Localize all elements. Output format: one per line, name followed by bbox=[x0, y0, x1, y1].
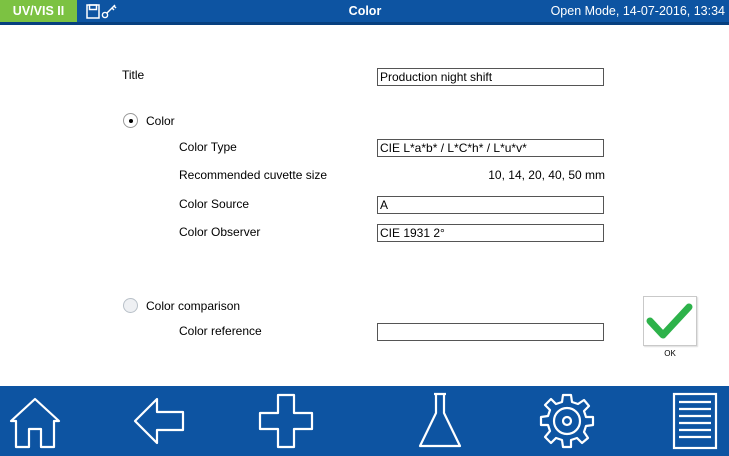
radio-selected-dot bbox=[129, 119, 133, 123]
color-settings-screen: UV/VIS II Color Open Mode, 14-07-2016, 1… bbox=[0, 0, 729, 456]
mode-date-status: Open Mode, 14-07-2016, 13:34 bbox=[550, 4, 725, 18]
color-reference-field[interactable] bbox=[377, 323, 604, 341]
title-input[interactable]: Production night shift bbox=[377, 68, 604, 86]
color-radio-label[interactable]: Color bbox=[146, 114, 175, 128]
color-type-label: Color Type bbox=[179, 140, 237, 154]
plus-icon bbox=[258, 393, 314, 449]
ok-button-label: OK bbox=[664, 349, 676, 358]
measurement-button[interactable] bbox=[400, 386, 480, 456]
color-reference-label: Color reference bbox=[179, 324, 262, 338]
status-bar: UV/VIS II Color Open Mode, 14-07-2016, 1… bbox=[0, 0, 729, 25]
home-button[interactable] bbox=[0, 386, 75, 456]
color-source-field[interactable]: A bbox=[377, 196, 604, 214]
status-icons bbox=[86, 3, 120, 20]
back-arrow-icon bbox=[133, 397, 185, 445]
menu-list-icon bbox=[672, 392, 718, 450]
ok-button[interactable] bbox=[643, 296, 697, 346]
color-observer-label: Color Observer bbox=[179, 225, 261, 239]
cuvette-size-label: Recommended cuvette size bbox=[179, 168, 328, 182]
home-icon bbox=[9, 397, 61, 449]
screen-title: Color bbox=[348, 4, 382, 18]
color-radio[interactable] bbox=[123, 113, 138, 128]
save-icon bbox=[86, 4, 100, 19]
flask-icon bbox=[418, 392, 462, 448]
color-type-field[interactable]: CIE L*a*b* / L*C*h* / L*u*v* bbox=[377, 139, 604, 157]
menu-button[interactable] bbox=[654, 386, 729, 456]
add-button[interactable] bbox=[246, 386, 326, 456]
title-label: Title bbox=[122, 68, 145, 82]
checkmark-icon bbox=[646, 303, 693, 339]
app-badge: UV/VIS II bbox=[0, 0, 77, 22]
bottom-navigation bbox=[0, 386, 729, 456]
gear-icon bbox=[539, 393, 595, 449]
color-comparison-radio[interactable] bbox=[123, 298, 138, 313]
color-source-label: Color Source bbox=[179, 197, 250, 211]
cuvette-size-value: 10, 14, 20, 40, 50 mm bbox=[488, 168, 605, 182]
back-button[interactable] bbox=[119, 386, 199, 456]
settings-button[interactable] bbox=[527, 386, 607, 456]
color-comparison-label[interactable]: Color comparison bbox=[146, 299, 240, 313]
key-icon bbox=[101, 4, 117, 19]
color-observer-field[interactable]: CIE 1931 2° bbox=[377, 224, 604, 242]
